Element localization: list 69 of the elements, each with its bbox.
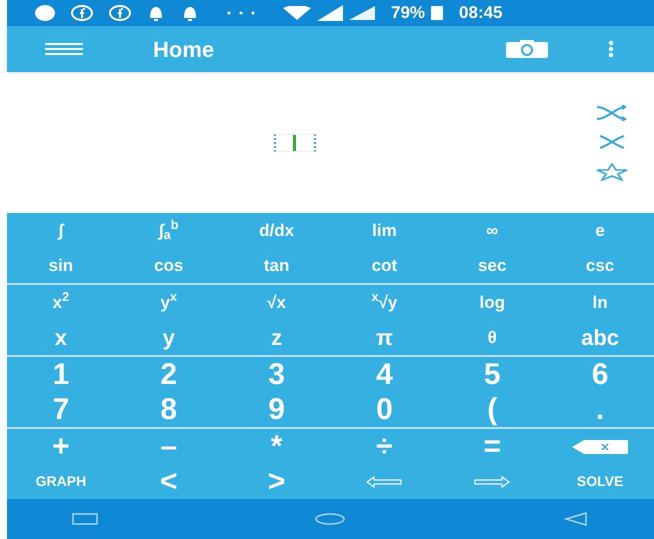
wifi-icon [283,6,311,20]
keypad-key[interactable]: z [222,320,330,355]
keypad-key[interactable]: . [546,392,654,427]
more-dots-icon [227,11,255,15]
keypad-key[interactable]: 9 [222,392,330,427]
keypad-key[interactable]: x [7,320,115,355]
keypad-key[interactable]: tan [222,248,330,283]
close-icon[interactable] [599,134,625,148]
keypad-key[interactable]: GRAPH [7,464,115,499]
square-icon[interactable] [72,513,98,525]
menu-icon[interactable] [45,43,83,55]
keypad-key[interactable]: 3 [222,357,330,392]
keypad-key[interactable]: e [546,213,654,248]
left-arrow-icon [366,476,402,488]
keypad-key[interactable]: 0 [330,392,438,427]
keypad-key[interactable]: y$^{x}$ [114,285,223,320]
keypad-key[interactable]: 5 [438,357,546,392]
keypad-key[interactable]: 8 [114,392,223,427]
more-vertical-icon[interactable] [608,40,614,58]
keypad-key[interactable]: 6 [546,357,654,392]
backspace-icon [572,440,628,454]
bell-icon [181,5,199,21]
keypad-key[interactable]: ( [438,392,546,427]
keypad-key[interactable]: y [114,320,223,355]
clock: 08:45 [459,2,503,24]
keypad-key[interactable]: ÷ [330,429,438,464]
keypad-key[interactable]: – [114,429,223,464]
keypad-key[interactable]: cos [114,248,223,283]
shuffle-icon[interactable] [597,104,627,120]
signal-icon [317,5,343,21]
back-icon[interactable] [564,512,588,526]
keypad-key[interactable]: = [438,429,546,464]
battery-icon [431,6,444,20]
keypad-key[interactable]: π [330,320,438,355]
keypad-key[interactable]: θ [438,320,546,355]
keypad-key[interactable]: d/dx [222,213,330,248]
keypad-key[interactable]: ∞ [438,213,546,248]
keypad-key[interactable]: < [114,464,223,499]
keypad-key[interactable]: √x [222,285,330,320]
facebook-icon [71,5,93,21]
bell-icon [147,5,165,21]
keypad-key[interactable]: ln [546,285,654,320]
camera-icon[interactable] [506,40,548,58]
keypad-key[interactable]: cot [330,248,438,283]
keypad-key[interactable]: lim [330,213,438,248]
facebook-icon [109,5,131,21]
star-icon[interactable] [596,162,628,180]
right-arrow-icon [474,476,510,488]
input-field[interactable] [274,134,316,152]
keypad-key[interactable]: > [222,464,330,499]
keypad-key[interactable]: ∫ [7,213,115,248]
app-title: Home [153,36,216,64]
keypad-key[interactable]: + [7,429,115,464]
keypad-key[interactable]: log [438,285,546,320]
keypad-key[interactable]: 4 [330,357,438,392]
circle-icon[interactable] [315,513,346,525]
battery-percent: 79% [391,2,426,24]
signal-icon [349,6,375,20]
keypad-key[interactable]: 7 [7,392,115,427]
keypad-key[interactable]: sin [7,248,115,283]
keypad-key[interactable]: SOLVE [546,464,654,499]
keypad-key[interactable]: abc [546,320,654,355]
keypad-key[interactable]: $^{x}$√y [330,285,438,320]
keypad-key[interactable]: csc [546,248,654,283]
keypad-key[interactable]: x$^{2}$ [7,285,115,320]
keypad-key[interactable]: sec [438,248,546,283]
keypad-key[interactable]: * [222,429,330,464]
keypad-key[interactable]: 2 [114,357,223,392]
keypad-key[interactable]: 1 [7,357,115,392]
